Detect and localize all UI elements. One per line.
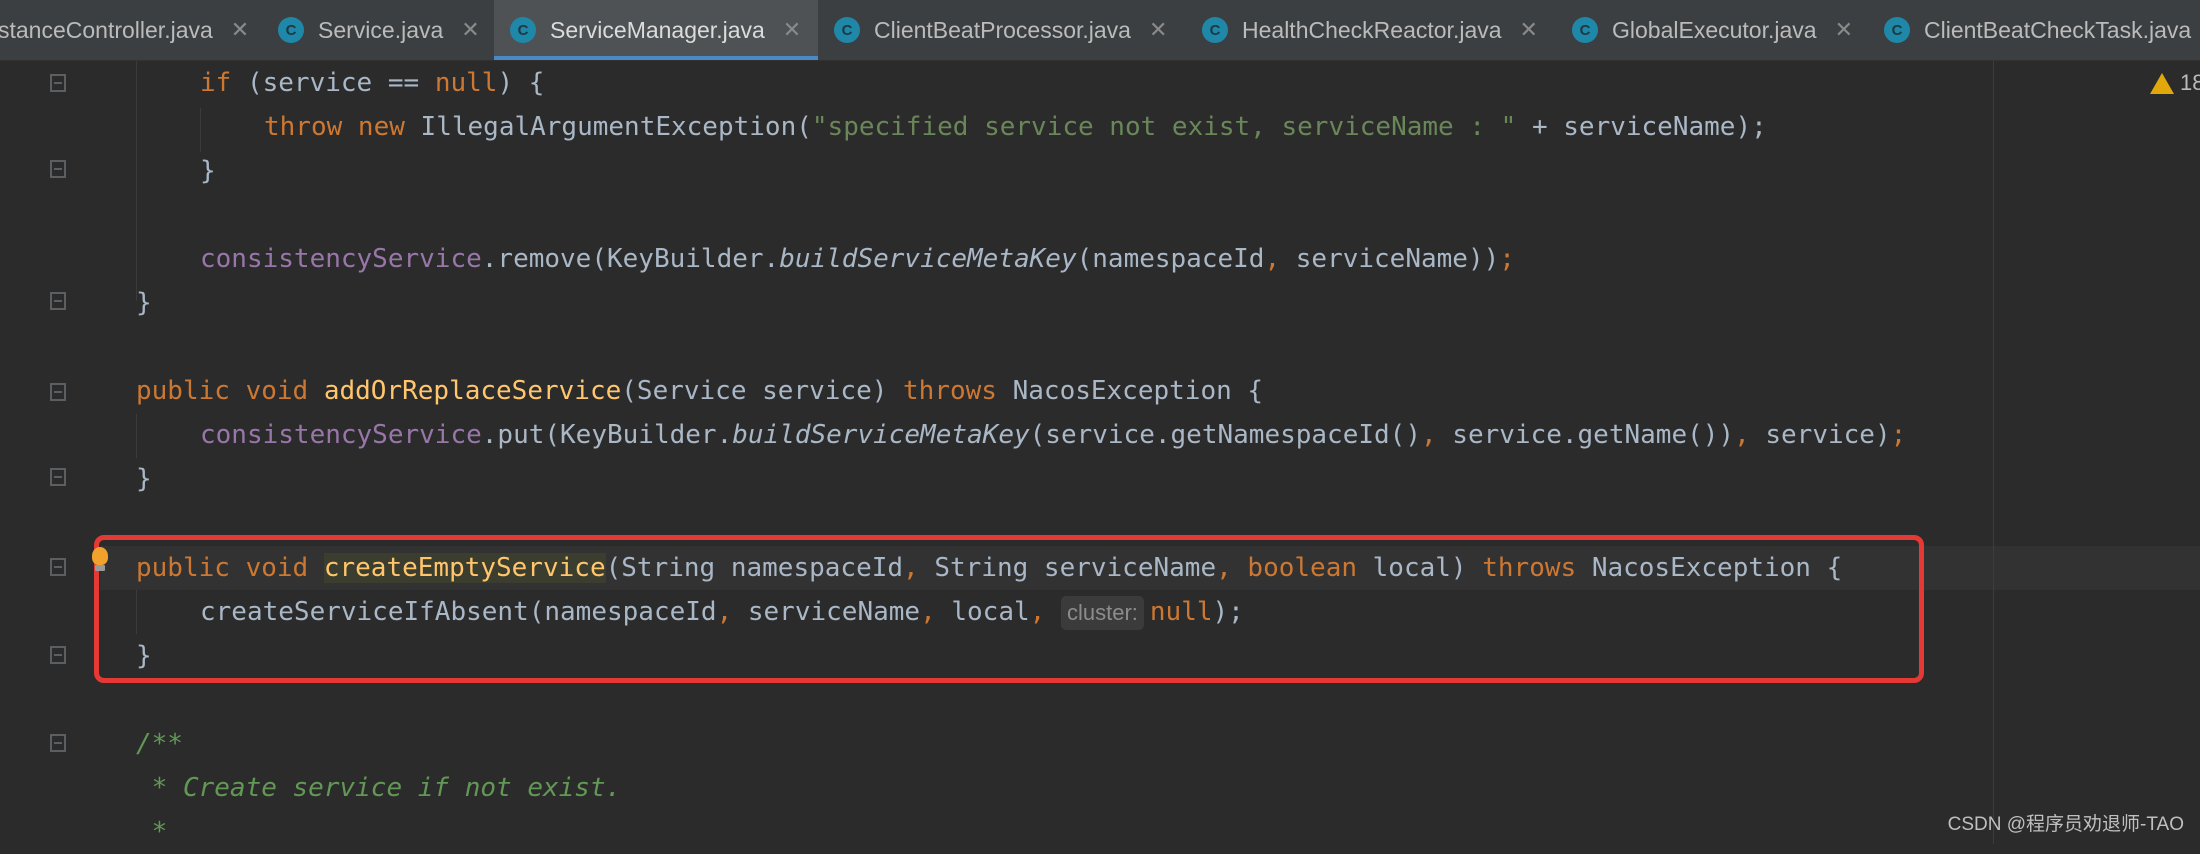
code-line-13: * Create service if not exist. [136, 773, 622, 803]
close-icon[interactable]: ✕ [1835, 17, 1853, 43]
fold-marker-icon[interactable] [50, 646, 66, 664]
close-icon[interactable]: ✕ [783, 17, 801, 43]
right-margin-guide [1993, 61, 1994, 844]
inspection-widget[interactable]: 18 [2150, 70, 2200, 96]
close-icon[interactable]: ✕ [231, 17, 249, 43]
tab-label: GlobalExecutor.java [1612, 16, 1817, 43]
tab-label: stanceController.java [0, 16, 213, 43]
editor-gutter [0, 61, 100, 844]
tab-client-beat-check-task[interactable]: C ClientBeatCheckTask.java [1884, 0, 2200, 60]
tab-global-executor[interactable]: C GlobalExecutor.java ✕ [1572, 0, 1890, 60]
fold-marker-icon[interactable] [50, 468, 66, 486]
tab-label: ClientBeatCheckTask.java [1924, 16, 2192, 43]
close-icon[interactable]: ✕ [461, 17, 479, 43]
close-icon[interactable]: ✕ [1520, 17, 1538, 43]
class-icon: C [1202, 17, 1228, 43]
code-line-4: consistencyService.remove(KeyBuilder.bui… [200, 244, 1515, 274]
code-line-8: } [136, 464, 152, 494]
class-icon: C [510, 17, 536, 43]
code-line-6: public void addOrReplaceService(Service … [136, 376, 1264, 406]
tab-label: Service.java [318, 16, 444, 43]
editor-tab-bar: stanceController.java ✕ C Service.java ✕… [0, 0, 2200, 61]
code-line-14: * [136, 817, 168, 847]
tab-client-beat-processor[interactable]: C ClientBeatProcessor.java ✕ [834, 0, 1174, 60]
class-icon: C [1884, 17, 1910, 43]
code-line-2: throw new IllegalArgumentException("spec… [264, 112, 1767, 142]
close-icon[interactable]: ✕ [1149, 17, 1167, 43]
fold-marker-icon[interactable] [50, 734, 66, 752]
code-line-7: consistencyService.put(KeyBuilder.buildS… [200, 420, 1907, 450]
tab-service[interactable]: C Service.java ✕ [278, 0, 490, 60]
code-line-12: /** [136, 729, 183, 759]
fold-marker-icon[interactable] [50, 74, 66, 92]
tab-service-manager[interactable]: C ServiceManager.java ✕ [494, 0, 818, 60]
highlight-box [94, 535, 1924, 683]
fold-marker-icon[interactable] [50, 558, 66, 576]
warning-icon [2150, 72, 2174, 94]
watermark: CSDN @程序员劝退师-TAO [1947, 814, 2184, 835]
lightbulb-icon[interactable] [92, 547, 108, 571]
tab-health-check-reactor[interactable]: C HealthCheckReactor.java ✕ [1202, 0, 1568, 60]
fold-marker-icon[interactable] [50, 383, 66, 401]
class-icon: C [278, 17, 304, 43]
fold-marker-icon[interactable] [50, 160, 66, 178]
class-icon: C [1572, 17, 1598, 43]
code-line-1: if (service == null) { [200, 68, 545, 98]
tab-label: HealthCheckReactor.java [1242, 16, 1502, 43]
tab-label: ServiceManager.java [550, 16, 765, 43]
warning-count: 18 [2180, 70, 2200, 95]
indent-guide [136, 61, 137, 301]
fold-marker-icon[interactable] [50, 292, 66, 310]
code-line-3: } [200, 156, 216, 186]
class-icon: C [834, 17, 860, 43]
indent-guide [136, 414, 137, 458]
indent-guide [200, 108, 201, 152]
tab-instance-controller[interactable]: stanceController.java ✕ [0, 0, 250, 60]
tab-label: ClientBeatProcessor.java [874, 16, 1131, 43]
code-line-5: } [136, 288, 152, 318]
